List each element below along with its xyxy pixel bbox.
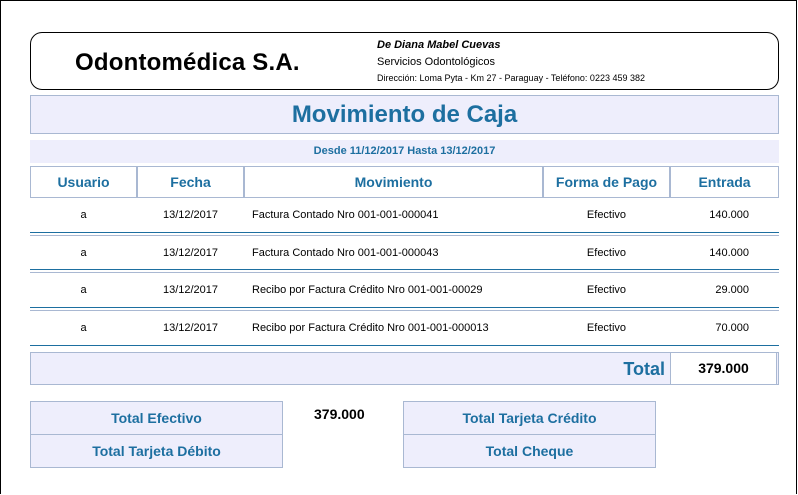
cell-fecha: 13/12/2017 [162, 247, 219, 259]
row-divider [30, 269, 779, 270]
column-header-entrada: Entrada [670, 166, 779, 198]
company-name: Odontomédica S.A. [75, 49, 300, 76]
cell-forma-pago: Efectivo [586, 209, 627, 221]
total-cheque-label: Total Cheque [403, 434, 656, 468]
cell-usuario: a [80, 247, 87, 259]
cell-forma-pago: Efectivo [586, 247, 627, 259]
report-title: Movimiento de Caja [30, 95, 779, 134]
total-efectivo-label: Total Efectivo [30, 401, 283, 435]
total-row: Total [30, 352, 779, 385]
table-row: a 13/12/2017 Factura Contado Nro 001-001… [30, 197, 779, 236]
date-range: Desde 11/12/2017 Hasta 13/12/2017 [30, 140, 779, 163]
table-row: a 13/12/2017 Factura Contado Nro 001-001… [30, 235, 779, 273]
cell-forma-pago: Efectivo [586, 284, 627, 296]
total-tarjeta-credito-label: Total Tarjeta Crédito [403, 401, 656, 435]
column-header-movimiento: Movimiento [244, 166, 543, 198]
row-divider [30, 232, 779, 233]
total-value: 379.000 [670, 352, 777, 385]
cell-fecha: 13/12/2017 [162, 322, 219, 334]
report-header: Odontomédica S.A. De Diana Mabel Cuevas … [30, 32, 779, 90]
cell-forma-pago: Efectivo [586, 322, 627, 334]
owner-name: De Diana Mabel Cuevas [377, 39, 501, 51]
cell-entrada: 29.000 [715, 284, 749, 296]
column-header-forma-pago: Forma de Pago [543, 166, 670, 198]
table-row: a 13/12/2017 Recibo por Factura Crédito … [30, 272, 779, 311]
address-line: Dirección: Loma Pyta - Km 27 - Paraguay … [377, 73, 645, 83]
total-tarjeta-debito-label: Total Tarjeta Débito [30, 434, 283, 468]
column-header-usuario: Usuario [30, 166, 137, 198]
cell-movimiento: Recibo por Factura Crédito Nro 001-001-0… [252, 322, 489, 334]
table-row: a 13/12/2017 Recibo por Factura Crédito … [30, 310, 779, 347]
cell-entrada: 140.000 [709, 247, 749, 259]
cell-movimiento: Factura Contado Nro 001-001-000041 [252, 209, 439, 221]
cell-entrada: 70.000 [715, 322, 749, 334]
cell-fecha: 13/12/2017 [162, 209, 219, 221]
cell-fecha: 13/12/2017 [162, 284, 219, 296]
total-efectivo-value: 379.000 [314, 406, 365, 422]
cell-usuario: a [80, 209, 87, 221]
cell-usuario: a [80, 284, 87, 296]
row-divider [30, 345, 779, 346]
cell-movimiento: Factura Contado Nro 001-001-000043 [252, 247, 439, 259]
cell-usuario: a [80, 322, 87, 334]
column-header-fecha: Fecha [137, 166, 244, 198]
cell-movimiento: Recibo por Factura Crédito Nro 001-001-0… [252, 284, 483, 296]
row-divider [30, 307, 779, 308]
services-line: Servicios Odontológicos [377, 56, 496, 68]
cell-entrada: 140.000 [709, 209, 749, 221]
total-label: Total [623, 359, 665, 379]
